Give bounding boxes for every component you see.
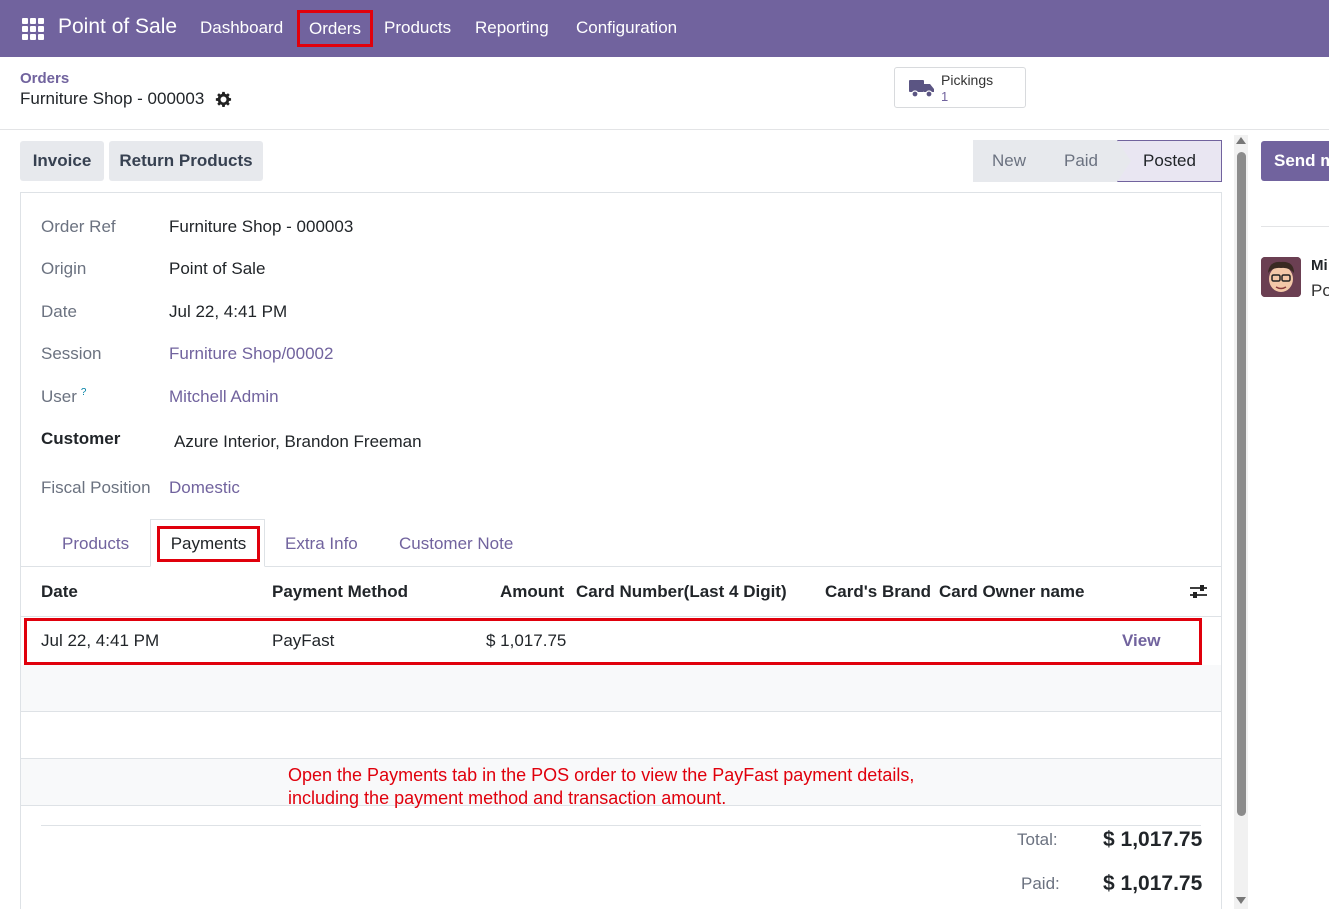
column-header-date[interactable]: Date: [41, 582, 78, 602]
totals-divider: [41, 825, 1201, 826]
chatter-divider: [1261, 226, 1329, 227]
statusbar: New Paid Posted: [973, 140, 1222, 182]
invoice-button[interactable]: Invoice: [20, 141, 104, 181]
annotation-line-2: including the payment method and transac…: [288, 788, 727, 808]
apps-grid-icon[interactable]: [22, 18, 44, 40]
fiscal-position-label: Fiscal Position: [41, 478, 151, 497]
total-label: Total:: [1017, 830, 1058, 849]
view-button[interactable]: View: [1122, 631, 1160, 651]
nav-dashboard[interactable]: Dashboard: [200, 18, 283, 38]
nav-reporting[interactable]: Reporting: [475, 18, 549, 38]
table-header-divider: [20, 616, 1222, 617]
avatar[interactable]: [1261, 257, 1301, 297]
nav-orders[interactable]: Orders: [297, 10, 373, 47]
row-amount: $ 1,017.75: [486, 631, 567, 650]
user-label-text: User: [41, 387, 77, 406]
table-row[interactable]: [24, 618, 1202, 665]
status-arrow: [1117, 140, 1131, 182]
chatter-author: Mi: [1311, 257, 1328, 274]
status-new[interactable]: New: [973, 140, 1059, 182]
status-arrow: [1045, 140, 1059, 182]
optional-columns-icon[interactable]: [1189, 583, 1208, 600]
column-header-card-number[interactable]: Card Number(Last 4 Digit): [576, 582, 787, 602]
user-label: User?: [41, 387, 86, 407]
tab-extra-info[interactable]: Extra Info: [285, 534, 358, 554]
scrollbar-thumb[interactable]: [1237, 152, 1246, 816]
date-label: Date: [41, 302, 77, 321]
return-products-button[interactable]: Return Products: [109, 141, 263, 181]
help-icon[interactable]: ?: [81, 387, 87, 398]
origin-label: Origin: [41, 259, 87, 278]
total-value: $ 1,017.75: [1103, 828, 1203, 851]
status-posted-label: Posted: [1143, 151, 1196, 170]
tab-products[interactable]: Products: [62, 534, 129, 554]
app-brand[interactable]: Point of Sale: [58, 15, 177, 39]
column-header-card-brand[interactable]: Card's Brand: [825, 582, 931, 602]
tab-customer-note[interactable]: Customer Note: [399, 534, 513, 554]
row-payment-method: PayFast: [272, 631, 335, 650]
order-ref-label: Order Ref: [41, 217, 116, 236]
column-header-amount[interactable]: Amount: [500, 582, 564, 602]
status-posted[interactable]: Posted: [1117, 140, 1222, 182]
column-header-card-owner[interactable]: Card Owner name: [939, 582, 1085, 602]
header-divider: [0, 129, 1329, 130]
send-message-button[interactable]: Send m: [1261, 141, 1329, 181]
tab-payments[interactable]: Payments: [157, 526, 260, 562]
breadcrumb-orders[interactable]: Orders: [20, 70, 69, 87]
paid-value: $ 1,017.75: [1103, 872, 1203, 895]
user-link[interactable]: Mitchell Admin: [169, 387, 279, 407]
scroll-up-icon[interactable]: [1236, 137, 1246, 144]
avatar-face-icon: [1261, 257, 1301, 297]
pickings-label: Pickings: [941, 72, 994, 88]
status-new-label: New: [991, 151, 1026, 170]
fiscal-position-link[interactable]: Domestic: [169, 478, 240, 498]
tab-payments-label: Payments: [170, 534, 247, 553]
gear-icon[interactable]: [215, 91, 232, 108]
customer-value[interactable]: Azure Interior, Brandon Freeman: [174, 432, 422, 452]
order-ref-value: Furniture Shop - 000003: [169, 217, 354, 236]
session-link[interactable]: Furniture Shop/00002: [169, 344, 333, 364]
customer-label: Customer: [41, 429, 121, 448]
origin-value: Point of Sale: [169, 259, 266, 278]
empty-row: [21, 665, 1221, 711]
top-navbar: Point of Sale Dashboard Orders Products …: [0, 0, 1329, 57]
nav-configuration[interactable]: Configuration: [576, 18, 677, 38]
empty-row: [21, 712, 1221, 758]
annotation-line-1: Open the Payments tab in the POS order t…: [288, 765, 915, 785]
status-paid-label: Paid: [1063, 151, 1099, 170]
paid-label: Paid:: [1021, 874, 1060, 893]
pickings-smart-button[interactable]: Pickings 1: [894, 67, 1026, 108]
breadcrumb-current: Furniture Shop - 000003: [20, 89, 205, 108]
session-label: Session: [41, 344, 102, 363]
column-header-payment-method[interactable]: Payment Method: [272, 582, 408, 602]
nav-orders-label: Orders: [309, 18, 361, 38]
row-date: Jul 22, 4:41 PM: [41, 631, 160, 650]
chatter-message: Po: [1311, 281, 1329, 300]
annotation-note: Open the Payments tab in the POS order t…: [288, 764, 1008, 810]
date-value: Jul 22, 4:41 PM: [169, 302, 288, 321]
truck-icon: [909, 80, 934, 98]
scroll-down-icon[interactable]: [1236, 897, 1246, 904]
nav-products[interactable]: Products: [384, 18, 451, 38]
pickings-count: 1: [941, 89, 949, 104]
